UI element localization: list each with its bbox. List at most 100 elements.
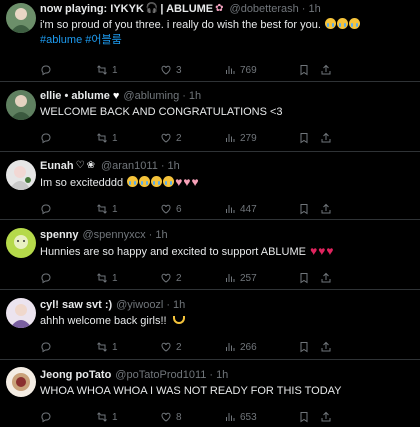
tweet-header: cyl! saw svt :) @yiwoozl · 1h: [40, 298, 420, 312]
heart-icon: [161, 65, 171, 75]
retweet-button[interactable]: 1: [96, 132, 160, 144]
handle[interactable]: @dobetterash: [230, 2, 299, 16]
avatar[interactable]: [6, 3, 36, 33]
bookmark-icon: [300, 204, 308, 215]
bookmark-button[interactable]: [298, 132, 320, 144]
avatar[interactable]: [6, 90, 36, 120]
share-button[interactable]: [320, 64, 334, 76]
reply-button[interactable]: [40, 272, 96, 284]
heart-icon: [161, 273, 171, 283]
heart-outline-icon: ♡: [75, 160, 85, 171]
like-button[interactable]: 3: [160, 64, 224, 76]
timestamp[interactable]: 1h: [189, 89, 201, 103]
bookmark-button[interactable]: [298, 64, 320, 76]
timestamp[interactable]: 1h: [308, 2, 320, 16]
like-button[interactable]: 6: [160, 203, 224, 215]
like-count: 2: [176, 341, 182, 353]
reply-button[interactable]: [40, 132, 96, 144]
like-button[interactable]: 2: [160, 132, 224, 144]
bookmark-button[interactable]: [298, 272, 320, 284]
display-name[interactable]: ellie • ablume: [40, 89, 110, 103]
red-heart-icon: ♥: [318, 244, 326, 258]
display-name[interactable]: spenny: [40, 228, 79, 242]
tweet-text: ahhh welcome back girls!!: [40, 314, 420, 329]
bookmark-button[interactable]: [298, 203, 320, 215]
views-button[interactable]: 769: [224, 64, 298, 76]
share-button[interactable]: [320, 411, 334, 423]
tweet[interactable]: Eunah ♡ ❀ @aran1011 · 1h Im so exciteddd…: [0, 152, 420, 220]
retweet-button[interactable]: 1: [96, 411, 160, 423]
display-name-suffix[interactable]: | ABLUME: [160, 2, 213, 16]
tweet[interactable]: now playing: IYKYK 🎧 | ABLUME ✿ @dobette…: [0, 0, 420, 82]
bookmark-icon: [300, 133, 308, 144]
views-button[interactable]: 257: [224, 272, 298, 284]
views-icon: [226, 66, 235, 74]
bookmark-icon: [300, 412, 308, 423]
retweet-button[interactable]: 1: [96, 64, 160, 76]
handle[interactable]: @abluming: [123, 89, 179, 103]
avatar[interactable]: [6, 160, 36, 190]
display-name[interactable]: cyl! saw svt :): [40, 298, 112, 312]
share-button[interactable]: [320, 132, 334, 144]
tweet-header: ellie • ablume ♥ @abluming · 1h: [40, 89, 420, 103]
retweet-button[interactable]: 1: [96, 203, 160, 215]
handle[interactable]: @poTatoProd1011: [115, 368, 206, 382]
views-button[interactable]: 447: [224, 203, 298, 215]
reply-button[interactable]: [40, 411, 96, 423]
views-button[interactable]: 279: [224, 132, 298, 144]
view-count: 653: [240, 411, 257, 423]
reply-button[interactable]: [40, 64, 96, 76]
handle[interactable]: @aran1011: [101, 159, 158, 173]
views-button[interactable]: 266: [224, 341, 298, 353]
like-count: 3: [176, 64, 182, 76]
reply-button[interactable]: [40, 203, 96, 215]
like-button[interactable]: 2: [160, 272, 224, 284]
bookmark-icon: [300, 65, 308, 76]
like-button[interactable]: 2: [160, 341, 224, 353]
timestamp[interactable]: 1h: [155, 228, 167, 242]
bookmark-icon: [300, 342, 308, 353]
tweet-text: WHOA WHOA WHOA I WAS NOT READY FOR THIS …: [40, 385, 342, 397]
view-count: 266: [240, 341, 257, 353]
avatar[interactable]: [6, 367, 36, 397]
retweet-count: 1: [112, 411, 118, 423]
views-button[interactable]: 653: [224, 411, 298, 423]
tweet-text-content: i'm so proud of you three. i really do w…: [40, 19, 321, 31]
crying-face-icon: [127, 176, 139, 187]
like-count: 2: [176, 132, 182, 144]
timestamp[interactable]: 1h: [216, 368, 228, 382]
share-button[interactable]: [320, 272, 334, 284]
timestamp[interactable]: 1h: [173, 298, 185, 312]
action-bar: 1 8 653: [40, 409, 420, 425]
share-button[interactable]: [320, 203, 334, 215]
retweet-count: 1: [112, 203, 118, 215]
retweet-button[interactable]: 1: [96, 341, 160, 353]
bookmark-button[interactable]: [298, 341, 320, 353]
handle[interactable]: @spennyxcx: [83, 228, 146, 242]
hashtags[interactable]: #ablume #어블룸: [40, 33, 420, 48]
handle[interactable]: @yiwoozl: [116, 298, 163, 312]
tweet[interactable]: spenny @spennyxcx · 1h Hunnies are so ha…: [0, 220, 420, 290]
share-icon: [321, 203, 331, 214]
views-icon: [226, 413, 235, 421]
retweet-button[interactable]: 1: [96, 272, 160, 284]
tweet[interactable]: cyl! saw svt :) @yiwoozl · 1h ahhh welco…: [0, 290, 420, 360]
timestamp[interactable]: 1h: [168, 159, 180, 173]
display-name[interactable]: now playing: IYKYK: [40, 2, 144, 16]
like-button[interactable]: 8: [160, 411, 224, 423]
display-name[interactable]: Jeong poTato: [40, 368, 111, 382]
retweet-icon: [97, 273, 107, 283]
reply-button[interactable]: [40, 341, 96, 353]
tweet[interactable]: ellie • ablume ♥ @abluming · 1h WELCOME …: [0, 82, 420, 152]
tweet[interactable]: Jeong poTato @poTatoProd1011 · 1h WHOA W…: [0, 360, 420, 427]
view-count: 279: [240, 132, 257, 144]
share-icon: [321, 411, 331, 422]
share-button[interactable]: [320, 341, 334, 353]
bookmark-button[interactable]: [298, 411, 320, 423]
tweet-text-content: Im so excitedddd: [40, 177, 124, 189]
display-name[interactable]: Eunah: [40, 159, 74, 173]
avatar[interactable]: [6, 298, 36, 328]
headphones-icon: 🎧: [145, 3, 159, 14]
avatar[interactable]: [6, 228, 36, 258]
timeline-feed: now playing: IYKYK 🎧 | ABLUME ✿ @dobette…: [0, 0, 420, 427]
